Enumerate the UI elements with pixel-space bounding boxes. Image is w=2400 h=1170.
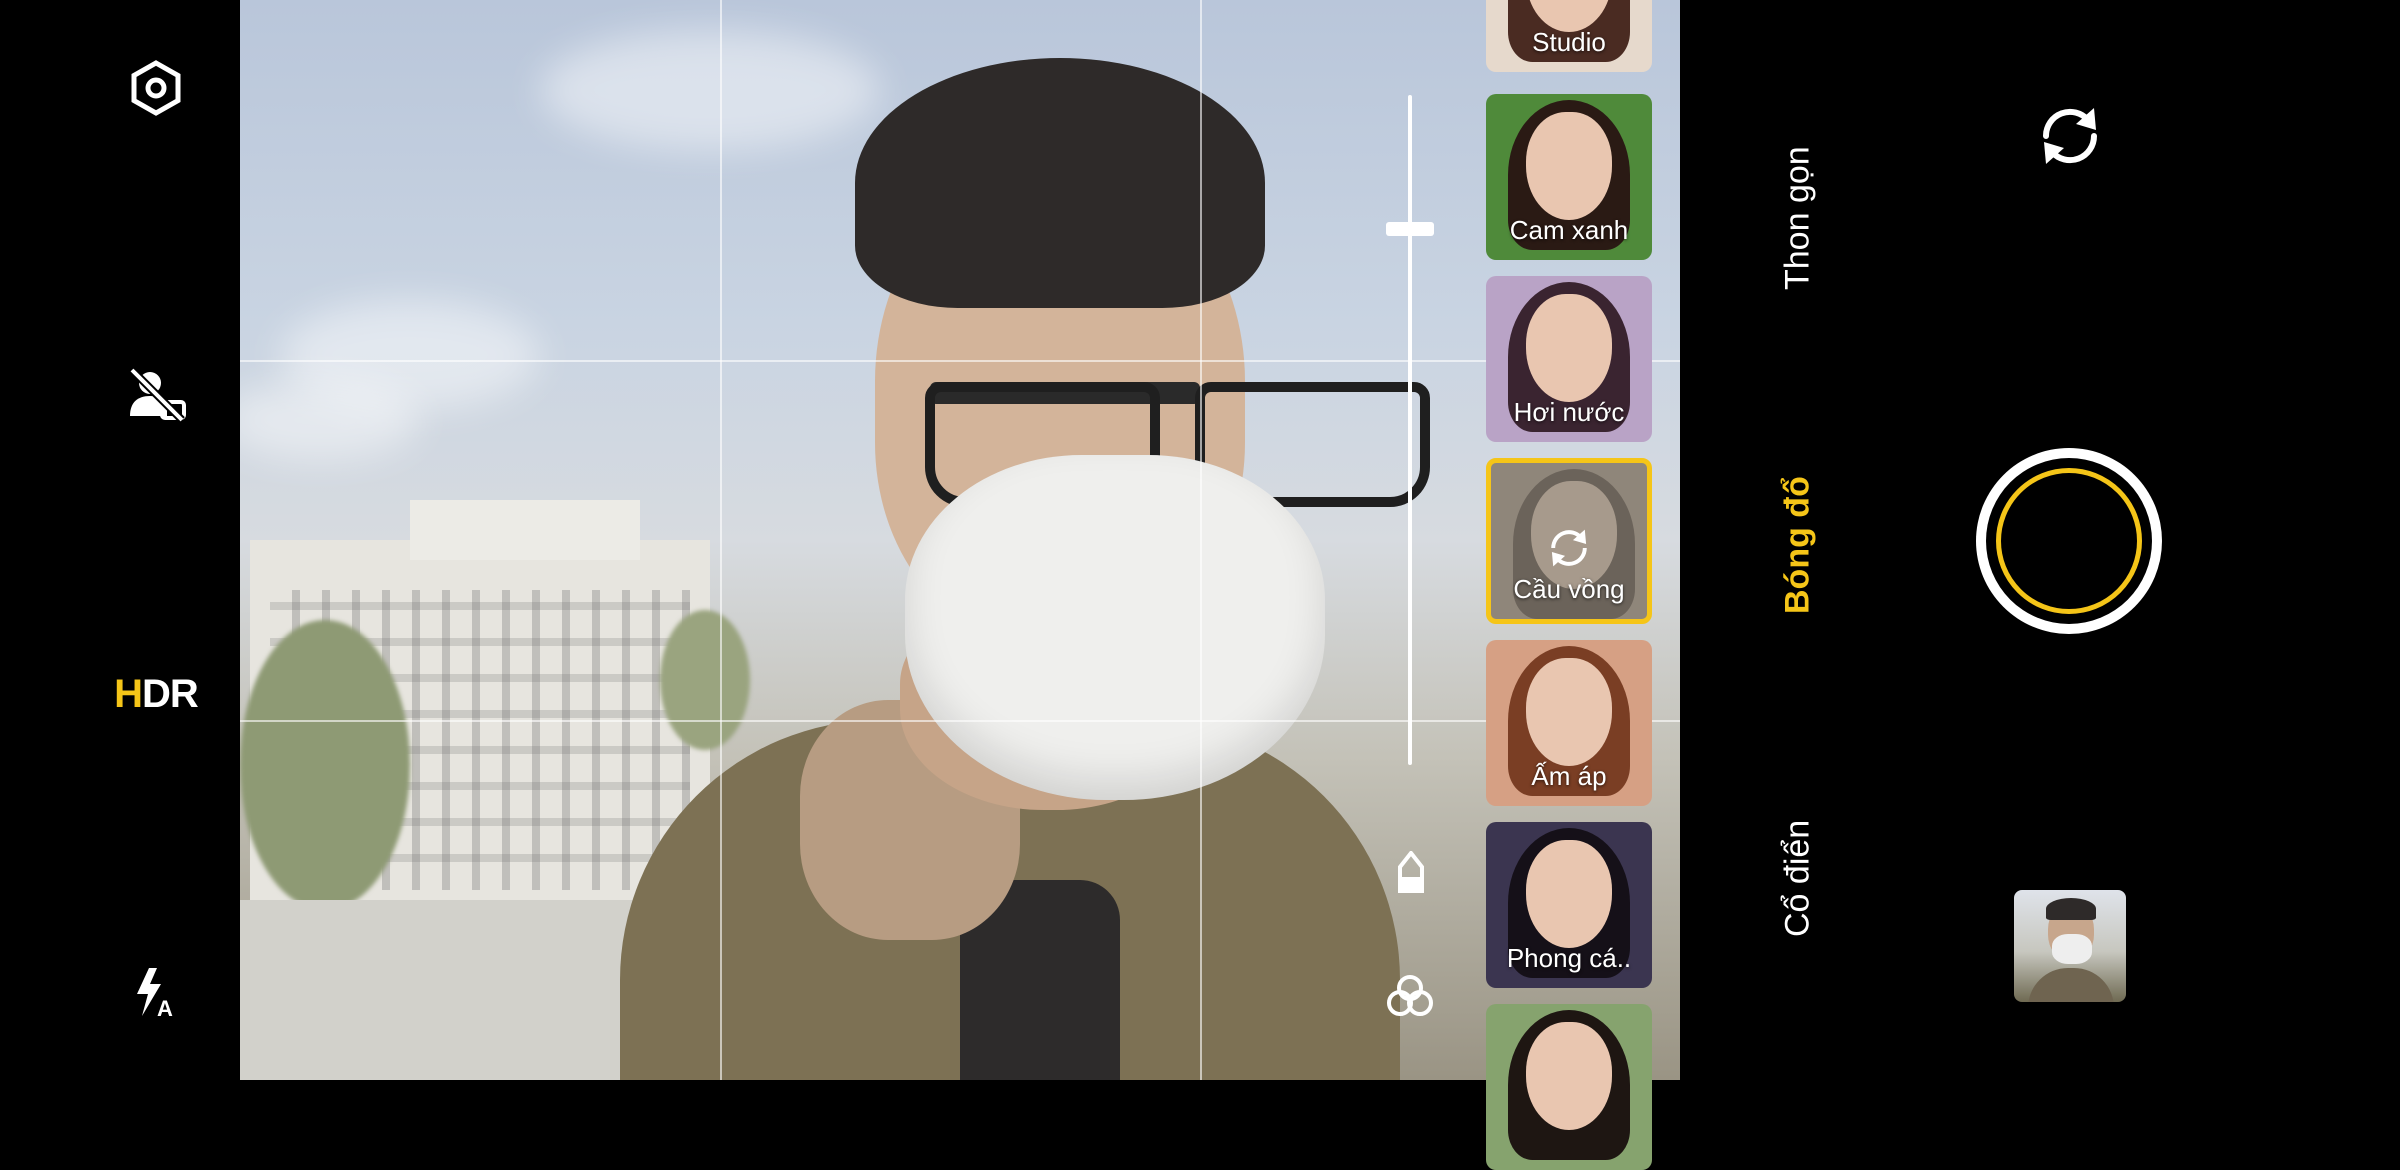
flash-auto-icon[interactable]: A [100,936,212,1048]
mode-thon-gon[interactable]: Thon gọn [1770,128,1826,308]
mode-co-dien[interactable]: Cổ điển [1770,788,1826,968]
hdr-toggle[interactable]: HDR [100,638,212,750]
filter-thumbnail[interactable]: Hơi nước [1486,276,1652,442]
hdr-dr-letters: DR [142,671,199,716]
hdr-h-letter: H [114,671,143,716]
left-toolbar: HDR A [0,0,240,1080]
mode-label: Bóng đổ [1778,476,1817,614]
gallery-thumbnail[interactable] [2014,890,2126,1002]
thumb-mask [2052,934,2092,964]
shutter-ring [1996,468,2142,614]
filter-label: Hơi nước [1513,397,1625,427]
tree [660,610,750,750]
person-hair [855,58,1265,308]
person-face-mask [905,455,1325,800]
filter-preview-face [1526,840,1612,948]
filter-preview-face [1526,294,1612,402]
filter-label: Cầu vồng [1513,574,1625,604]
filter-thumbnail[interactable]: Studio [1486,0,1652,72]
hotel-roof [410,500,640,560]
exposure-slider-thumb[interactable] [1386,222,1434,236]
settings-icon[interactable] [100,32,212,144]
shutter-inner [1986,458,2152,624]
filter-thumbnail[interactable] [1486,1004,1652,1170]
exposure-slider-track[interactable] [1408,95,1412,765]
exposure-icon[interactable] [1383,845,1439,901]
filter-effects-icon[interactable] [1382,968,1438,1024]
portrait-off-icon[interactable] [100,338,212,450]
filter-thumbnail[interactable]: Cam xanh [1486,94,1652,260]
thumb-jacket [2028,968,2114,1002]
right-control-panel: Thon gọn Bóng đổ Cổ điển [1680,0,2400,1080]
filter-label: Phong cá.. [1506,943,1632,973]
grid-line-horizontal [240,720,1680,722]
cloud [540,30,880,150]
refresh-icon[interactable] [1544,523,1594,573]
filter-thumbnail[interactable]: Phong cá.. [1486,822,1652,988]
mode-label: Cổ điển [1778,819,1817,937]
filter-label: Studio [1532,27,1606,57]
grid-line-vertical [1200,0,1202,1080]
filter-label: Ấm áp [1531,761,1607,791]
filter-preview-face [1526,1022,1612,1130]
tree [240,620,410,910]
grid-line-horizontal [240,360,1680,362]
shutter-button[interactable] [1976,448,2162,634]
cloud [240,380,420,460]
filter-preview-face [1526,112,1612,220]
svg-text:A: A [157,996,173,1018]
mode-label: Thon gọn [1778,146,1817,290]
filter-label: Cam xanh [1509,215,1629,245]
camera-viewfinder[interactable] [240,0,1680,1080]
filter-thumbnail[interactable]: Ấm áp [1486,640,1652,806]
mode-bong-do[interactable]: Bóng đổ [1770,455,1826,635]
thumb-hair [2046,898,2096,920]
switch-camera-icon[interactable] [2032,98,2108,174]
filter-strip: Studio Cam xanh Hơi nước Cầu vồng Ấm áp Phong… [1486,0,1652,1170]
grid-line-vertical [720,0,722,1080]
filter-preview-face [1526,658,1612,766]
filter-thumbnail[interactable]: Cầu vồng [1486,458,1652,624]
